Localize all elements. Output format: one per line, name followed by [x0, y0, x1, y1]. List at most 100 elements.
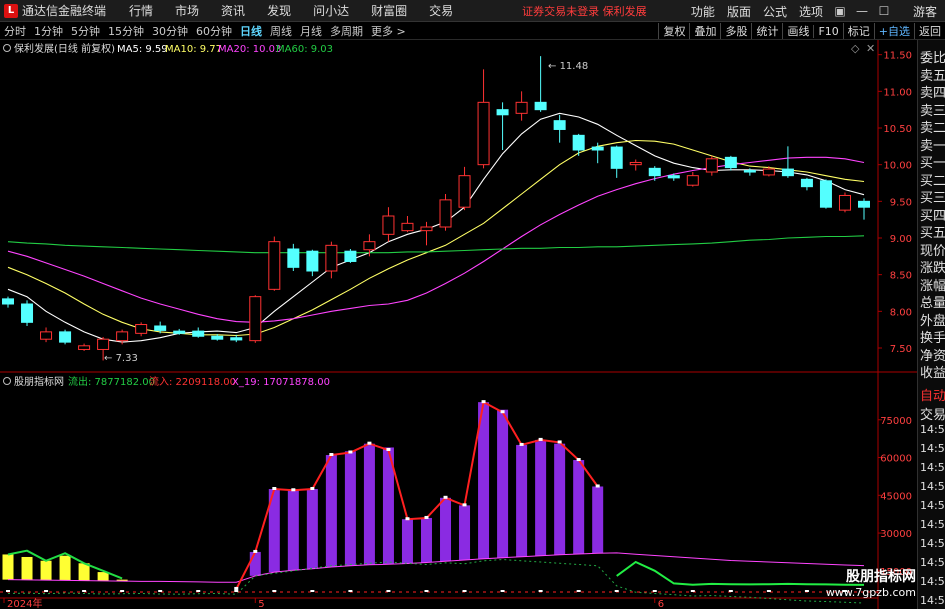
indicator-bar — [497, 409, 509, 558]
menu-item-formula[interactable]: 公式 — [757, 3, 793, 20]
statistics-button[interactable]: 统计 — [751, 23, 782, 39]
quote-label: 收益 — [920, 366, 945, 381]
guest-label[interactable]: 游客 — [913, 3, 937, 20]
chart-area[interactable]: 保利发展(日线 前复权) MA5: 9.59 MA10: 9.77 MA20: … — [0, 40, 917, 609]
candle-body — [553, 120, 566, 130]
indicator-tick-label: 45000 — [880, 491, 912, 502]
period-60min[interactable]: 60分钟 — [192, 23, 236, 39]
watermark-line1: 股朋指标网 — [846, 569, 916, 585]
period-timeshare[interactable]: 分时 — [0, 23, 30, 39]
candle-body — [420, 226, 433, 232]
candle-body — [610, 146, 623, 169]
menu-item-discover[interactable]: 发现 — [256, 2, 302, 19]
candle-body — [515, 101, 528, 114]
quote-label: 涨幅 — [920, 278, 945, 294]
baseline-point — [766, 590, 771, 592]
quote-label: 总量 — [920, 296, 945, 311]
period-15min[interactable]: 15分钟 — [104, 23, 148, 39]
quote-label: 卖三 — [920, 103, 945, 119]
price-tick-label: 8.00 — [890, 307, 912, 318]
candle-body — [59, 331, 72, 343]
menu-item-function[interactable]: 功能 — [685, 3, 721, 20]
period-monthly[interactable]: 月线 — [296, 23, 326, 39]
candle-body — [401, 222, 414, 232]
outflow-point — [576, 458, 581, 462]
menu-item-quotes[interactable]: 行情 — [118, 2, 164, 19]
menu-item-options[interactable]: 选项 — [793, 3, 829, 20]
period-1min[interactable]: 1分钟 — [30, 23, 67, 39]
trade-label[interactable]: 自动 — [920, 385, 945, 404]
outflow-point — [310, 487, 315, 490]
baseline-point — [804, 590, 809, 592]
candle-body — [173, 330, 186, 334]
indicator-bar — [401, 519, 413, 564]
outflow-point — [386, 447, 391, 451]
menu-item-wealth[interactable]: 财富圈 — [360, 2, 418, 19]
candle-body — [154, 325, 167, 331]
period-daily[interactable]: 日线 — [236, 23, 266, 39]
candle-body — [249, 296, 262, 342]
inflow-label: 流入: 2209118.00 — [149, 375, 236, 388]
quote-label: 卖四 — [920, 86, 945, 101]
candle-body — [724, 156, 737, 169]
quote-label: 买五 — [920, 226, 945, 241]
trade-label: 14:56 — [920, 499, 945, 512]
menu-item-market[interactable]: 市场 — [164, 2, 210, 19]
trade-label: 14:56 — [920, 594, 945, 607]
menu-item-news[interactable]: 资讯 — [210, 2, 256, 19]
lock-icon[interactable]: ▣ — [829, 4, 851, 18]
outflow-point — [329, 453, 334, 457]
trade-label[interactable]: 交易 — [920, 404, 945, 423]
menu-item-trade[interactable]: 交易 — [418, 2, 464, 19]
multi-stock-button[interactable]: 多股 — [720, 23, 751, 39]
watermark-line2: www.7gpzb.com — [825, 586, 916, 599]
quote-label: 净资 — [920, 348, 945, 364]
menu-item-layout[interactable]: 版面 — [721, 3, 757, 20]
baseline-point — [500, 590, 505, 592]
outflow-point — [443, 495, 448, 499]
quote-labels-column: 委比 卖五 卖四 卖三 卖二 卖一 买一 买二 买三 买四 买五 现价 涨跌 涨幅 总量 外盘 换手 净资 收益 自动… — [917, 40, 945, 609]
period-weekly[interactable]: 周线 — [266, 23, 296, 39]
price-tick-label: 11.50 — [883, 51, 912, 62]
outflow-label: 流出: 7877182.00 — [68, 375, 155, 388]
trade-label: 14:56 — [920, 442, 945, 455]
login-warning[interactable]: 证券交易未登录 保利发展 — [522, 3, 647, 19]
candle-body — [667, 175, 680, 179]
f10-button[interactable]: F10 — [813, 24, 842, 38]
candle-body — [686, 175, 699, 186]
period-5min[interactable]: 5分钟 — [67, 23, 104, 39]
chart-options-icon[interactable]: ◇ — [851, 42, 860, 55]
overlay-button[interactable]: 叠加 — [689, 23, 720, 39]
outflow-point — [424, 515, 429, 519]
minimize-icon[interactable]: — — [851, 4, 873, 18]
period-more[interactable]: 更多 > — [367, 23, 410, 39]
restore-rights-button[interactable]: 复权 — [658, 23, 689, 39]
quote-label: 买一 — [920, 156, 945, 171]
menu-item-ask[interactable]: 问小达 — [302, 2, 360, 19]
quote-label: 买四 — [920, 208, 945, 224]
outflow-point — [405, 517, 410, 521]
indicator-bar-yellow — [40, 560, 52, 581]
outflow-point — [481, 400, 486, 404]
period-30min[interactable]: 30分钟 — [148, 23, 192, 39]
baseline-point — [234, 590, 239, 592]
outflow-point — [234, 586, 239, 590]
candle-body — [458, 175, 471, 208]
indicator-bar — [573, 460, 585, 554]
quote-label: 卖五 — [920, 68, 945, 84]
maximize-icon[interactable]: ☐ — [873, 4, 895, 18]
back-button[interactable]: 返回 — [914, 23, 945, 39]
close-icon[interactable]: ✕ — [866, 42, 875, 55]
candle-body — [819, 180, 832, 208]
mark-button[interactable]: 标记 — [842, 23, 874, 39]
outflow-point — [595, 484, 600, 488]
candle-body — [21, 303, 34, 323]
outflow-point — [557, 440, 562, 444]
trade-label: 14:56 — [920, 575, 945, 588]
indicator-bar — [306, 489, 318, 569]
period-multi[interactable]: 多周期 — [326, 23, 367, 39]
indicator-bar — [554, 443, 566, 555]
draw-line-button[interactable]: 画线 — [782, 23, 813, 39]
candle-body — [591, 146, 604, 151]
add-watchlist-button[interactable]: +自选 — [873, 23, 914, 39]
